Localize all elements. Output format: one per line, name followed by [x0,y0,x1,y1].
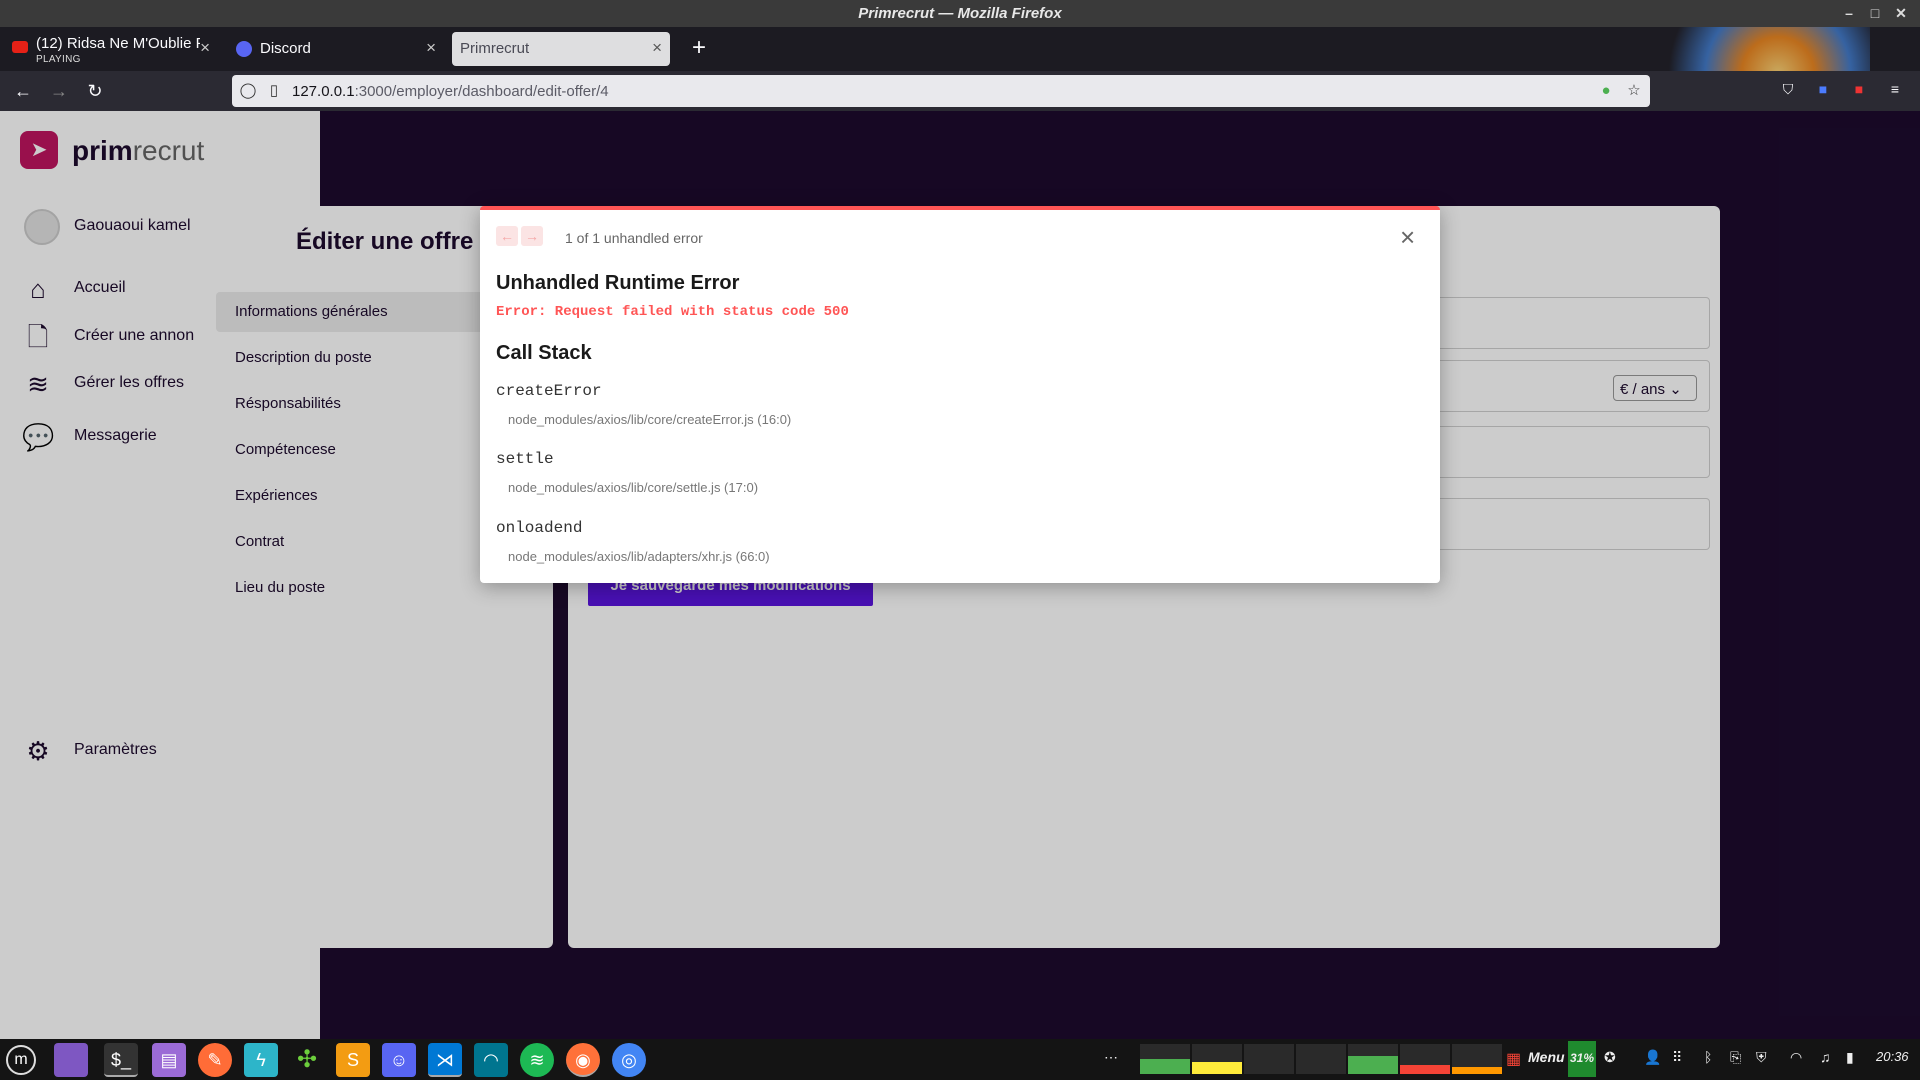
tab-strip: (12) Ridsa Ne M'Oublie Pa PLAYING × Disc… [0,27,1920,71]
tab-discord[interactable]: Discord × [228,32,444,66]
shield-icon[interactable]: ◯ [238,81,258,101]
extension-icon[interactable]: ■ [1812,81,1834,101]
chrome-icon[interactable]: ◎ [612,1043,646,1077]
battery-percent: 31% [1568,1041,1597,1077]
tab-title: (12) Ridsa Ne M'Oublie Pa [36,35,200,52]
new-tab-button[interactable]: + [684,32,714,66]
tab-youtube[interactable]: (12) Ridsa Ne M'Oublie Pa PLAYING × [4,32,218,66]
url-bar[interactable]: ◯ ▯ 127.0.0.1:3000/employer/dashboard/ed… [232,75,1650,107]
close-icon[interactable]: × [1400,222,1415,253]
extension-icon[interactable]: ● [1596,81,1616,101]
wifi-icon[interactable]: ◠ [1790,1049,1802,1066]
mysql-workbench-icon[interactable]: ◠ [474,1043,508,1077]
discord-icon[interactable]: ☺ [382,1043,416,1077]
extension-icon[interactable]: ■ [1848,81,1870,101]
firefox-icon[interactable]: ◉ [566,1043,600,1077]
discord-icon [236,41,252,57]
tab-title: Primrecrut [460,40,530,57]
bookmark-star-icon[interactable]: ☆ [1624,81,1644,101]
spotify-icon[interactable]: ≋ [520,1043,554,1077]
maximize-icon[interactable]: □ [1864,0,1886,27]
sublime-icon[interactable]: S [336,1043,370,1077]
close-tab-icon[interactable]: × [652,38,662,58]
clock[interactable]: 20:36 [1876,1049,1909,1064]
menu-label[interactable]: Menu [1528,1049,1565,1065]
tab-title: Discord [260,40,311,57]
page-content: ➤ primrecrut Gaouaoui kamel ⌂ Accueil 🗋 … [0,111,1920,1039]
swap-graph [1244,1044,1294,1074]
url-text[interactable]: 127.0.0.1:3000/employer/dashboard/edit-o… [292,83,609,100]
error-dialog: ← → 1 of 1 unhandled error × Unhandled R… [480,206,1440,583]
vscode-icon[interactable]: ⋊ [428,1043,462,1077]
youtube-icon [12,41,28,53]
error-message: Error: Request failed with status code 5… [496,304,849,320]
clover-icon[interactable]: ✣ [290,1043,324,1077]
disk-graph [1296,1044,1346,1074]
battery-icon[interactable]: ▮ [1846,1049,1854,1066]
navigation-bar: ← → ↻ ◯ ▯ 127.0.0.1:3000/employer/dashbo… [0,71,1920,111]
close-tab-icon[interactable]: × [200,38,210,58]
grid-menu-icon[interactable]: ▦ [1506,1049,1521,1069]
error-count: 1 of 1 unhandled error [565,230,703,246]
shield-icon[interactable]: ⛨ [1756,1049,1767,1066]
back-icon[interactable]: ← [10,79,36,103]
clipboard-icon[interactable]: ⎘ [1730,1049,1741,1066]
window-title-bar: Primrecrut — Mozilla Firefox – □ ✕ [0,0,1920,27]
next-error-icon[interactable]: → [521,226,543,246]
mint-menu-icon[interactable]: m [6,1045,36,1075]
tab-playing-label: PLAYING [36,54,81,65]
prev-error-icon[interactable]: ← [496,226,518,246]
network-graph [1400,1044,1450,1074]
accessibility-icon[interactable]: ✪ [1604,1049,1616,1066]
stack-frame-location[interactable]: node_modules/axios/lib/core/settle.js (1… [508,480,758,495]
tab-primrecrut[interactable]: Primrecrut × [452,32,670,66]
error-heading: Unhandled Runtime Error [496,272,740,294]
workspace-icon[interactable] [54,1043,88,1077]
stack-frame-function[interactable]: createError [496,382,602,400]
minimize-icon[interactable]: – [1838,0,1860,27]
forward-icon[interactable]: → [46,79,72,103]
files-icon[interactable]: ▤ [152,1043,186,1077]
apps-grid-icon[interactable]: ⠿ [1672,1049,1682,1066]
reload-icon[interactable]: ↻ [82,79,108,103]
postman-icon[interactable]: ✎ [198,1043,232,1077]
window-title: Primrecrut — Mozilla Firefox [858,5,1062,22]
bolt-icon[interactable]: ϟ [244,1043,278,1077]
more-icon[interactable]: ⋯ [1104,1049,1118,1066]
stack-frame-function[interactable]: settle [496,450,554,468]
load-graph [1452,1044,1502,1074]
close-tab-icon[interactable]: × [426,38,436,58]
close-window-icon[interactable]: ✕ [1890,0,1912,27]
stack-frame-function[interactable]: onloadend [496,519,582,537]
menu-hamburger-icon[interactable]: ≡ [1884,81,1906,101]
memory-graph [1192,1044,1242,1074]
pocket-icon[interactable]: ⛉ [1777,81,1799,101]
page-icon[interactable]: ▯ [264,81,284,101]
user-icon[interactable]: 👤 [1644,1049,1661,1066]
stack-frame-location[interactable]: node_modules/axios/lib/core/createError.… [508,412,791,427]
call-stack-heading: Call Stack [496,342,592,364]
bluetooth-icon[interactable]: ᛒ [1704,1049,1712,1065]
cpu-graph [1140,1044,1190,1074]
taskbar: m $_ ▤ ✎ ϟ ✣ S ☺ ⋊ ◠ ≋ ◉ ◎ ⋯ ▦ Menu 31% … [0,1039,1920,1080]
network-graph [1348,1044,1398,1074]
music-icon[interactable]: ♫ [1820,1049,1831,1065]
stack-frame-location[interactable]: node_modules/axios/lib/adapters/xhr.js (… [508,549,770,564]
terminal-icon[interactable]: $_ [104,1043,138,1077]
